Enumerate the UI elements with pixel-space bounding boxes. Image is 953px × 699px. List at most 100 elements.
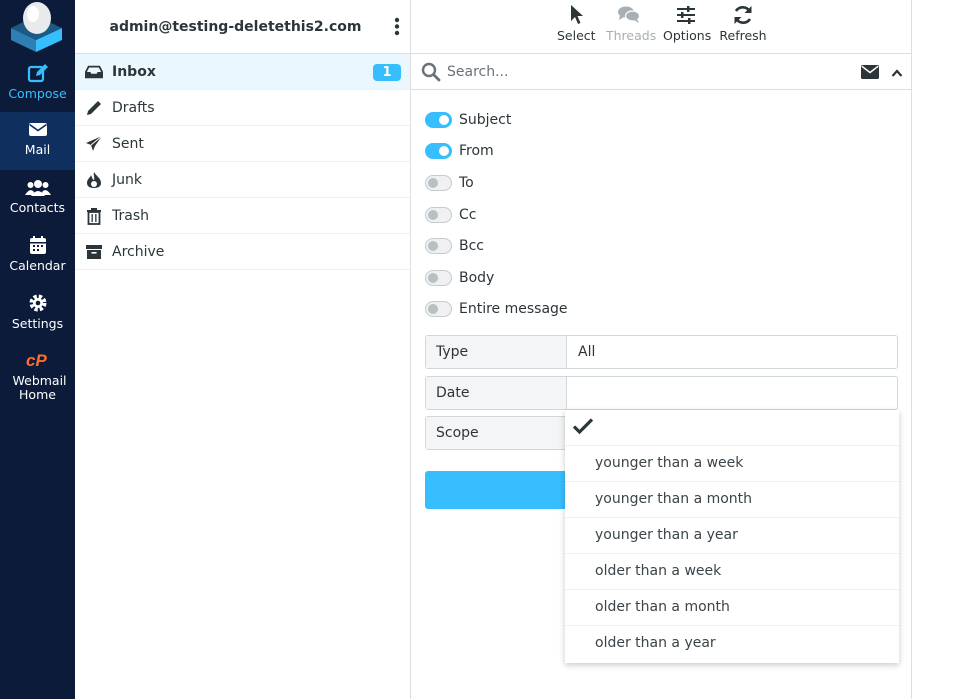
- nav-settings[interactable]: Settings: [0, 286, 75, 344]
- account-email: admin@testing-deletethis2.com: [109, 18, 362, 35]
- date-select[interactable]: [567, 377, 897, 409]
- search-bar: [411, 54, 911, 90]
- dropdown-option[interactable]: younger than a year: [565, 518, 899, 554]
- folder-label: Inbox: [112, 63, 156, 80]
- toggle-cc[interactable]: Cc: [425, 199, 899, 231]
- date-dropdown-menu: younger than a week younger than a month…: [565, 410, 899, 663]
- folder-label: Archive: [112, 243, 165, 260]
- select-label: Select: [557, 28, 596, 43]
- folder-inbox[interactable]: Inbox 1: [75, 54, 410, 90]
- search-input[interactable]: [447, 63, 827, 80]
- dropdown-option[interactable]: younger than a month: [565, 482, 899, 518]
- nav-contacts[interactable]: Contacts: [0, 170, 75, 228]
- bcc-switch[interactable]: [425, 238, 452, 255]
- scope-label: Scope: [426, 417, 567, 449]
- calendar-icon: [0, 234, 75, 258]
- search-submit-button[interactable]: [425, 471, 570, 509]
- to-switch[interactable]: [425, 174, 452, 191]
- search-options-panel: Subject From To Cc Bcc Body Entire messa…: [425, 104, 899, 325]
- type-label: Type: [426, 336, 567, 368]
- options-button[interactable]: Options: [663, 4, 712, 43]
- dropdown-option[interactable]: older than a year: [565, 626, 899, 662]
- gear-icon: [0, 292, 75, 316]
- toggle-to[interactable]: To: [425, 167, 899, 199]
- fire-icon: [85, 171, 103, 189]
- folder-label: Sent: [112, 135, 144, 152]
- toggle-label: Subject: [459, 111, 512, 128]
- pointer-icon: [557, 4, 595, 28]
- folder-label: Junk: [112, 171, 142, 188]
- threads-button[interactable]: Threads: [606, 4, 656, 43]
- folder-archive[interactable]: Archive: [75, 234, 410, 270]
- envelope-icon[interactable]: [861, 65, 879, 79]
- body-switch[interactable]: [425, 269, 452, 286]
- dropdown-option[interactable]: older than a month: [565, 590, 899, 626]
- comments-icon: [606, 4, 652, 28]
- options-label: Options: [663, 28, 712, 43]
- nav-webmail-home-label: Webmail Home: [12, 373, 67, 402]
- refresh-icon: [719, 4, 767, 28]
- envelope-icon: [0, 118, 75, 142]
- nav-calendar[interactable]: Calendar: [0, 228, 75, 286]
- dropdown-option[interactable]: older than a week: [565, 554, 899, 590]
- date-field: Date: [425, 376, 898, 410]
- folder-junk[interactable]: Junk: [75, 162, 410, 198]
- toggle-bcc[interactable]: Bcc: [425, 230, 899, 262]
- refresh-label: Refresh: [719, 28, 767, 43]
- unread-count-badge: 1: [373, 64, 401, 81]
- subject-switch[interactable]: [425, 111, 452, 128]
- toggle-label: Bcc: [459, 238, 484, 255]
- toggle-entire-message[interactable]: Entire message: [425, 294, 899, 326]
- from-switch[interactable]: [425, 143, 452, 160]
- nav-webmail-home[interactable]: cP Webmail Home: [0, 344, 75, 408]
- threads-label: Threads: [606, 28, 657, 43]
- folder-sent[interactable]: Sent: [75, 126, 410, 162]
- folder-panel-header: admin@testing-deletethis2.com: [75, 0, 410, 54]
- toggle-label: From: [459, 143, 494, 160]
- more-vertical-icon[interactable]: [392, 14, 402, 40]
- toggle-label: Body: [459, 269, 495, 286]
- archive-box-icon: [85, 243, 103, 261]
- type-field: Type All: [425, 335, 898, 369]
- dropdown-option-any[interactable]: [565, 410, 899, 446]
- nav-compose-label: Compose: [8, 86, 67, 101]
- toggle-label: Entire message: [459, 301, 568, 318]
- folder-trash[interactable]: Trash: [75, 198, 410, 234]
- nav-calendar-label: Calendar: [9, 258, 66, 273]
- nav-settings-label: Settings: [11, 316, 64, 331]
- svg-text:cP: cP: [26, 351, 47, 370]
- type-select[interactable]: All: [567, 336, 897, 368]
- chevron-up-icon[interactable]: [891, 66, 903, 77]
- search-icon[interactable]: [421, 62, 441, 82]
- dropdown-option[interactable]: younger than a week: [565, 446, 899, 482]
- pencil-icon: [85, 99, 103, 117]
- sliders-icon: [663, 4, 709, 28]
- trash-icon: [85, 207, 103, 225]
- toolbar: Select Threads Options Refresh: [411, 0, 911, 54]
- nav-mail[interactable]: Mail: [0, 112, 75, 170]
- nav-compose[interactable]: Compose: [0, 56, 75, 114]
- toggle-label: To: [459, 174, 474, 191]
- folder-label: Drafts: [112, 99, 155, 116]
- toggle-from[interactable]: From: [425, 136, 899, 168]
- folder-drafts[interactable]: Drafts: [75, 90, 410, 126]
- folder-label: Trash: [112, 207, 149, 224]
- toggle-label: Cc: [459, 206, 477, 223]
- toggle-body[interactable]: Body: [425, 262, 899, 294]
- refresh-button[interactable]: Refresh: [719, 4, 767, 43]
- date-label: Date: [426, 377, 567, 409]
- cc-switch[interactable]: [425, 206, 452, 223]
- toggle-subject[interactable]: Subject: [425, 104, 899, 136]
- nav-contacts-label: Contacts: [9, 200, 66, 215]
- users-icon: [0, 176, 75, 200]
- entire-message-switch[interactable]: [425, 301, 452, 318]
- cpanel-logo-icon: cP: [0, 350, 75, 374]
- select-button[interactable]: Select: [557, 4, 596, 43]
- folder-panel: admin@testing-deletethis2.com Inbox 1 Dr…: [75, 0, 411, 699]
- checkmark-icon: [572, 417, 594, 439]
- roundcube-logo[interactable]: [0, 0, 75, 56]
- inbox-icon: [85, 63, 103, 81]
- main-navigation: Compose Mail Contacts Calendar Settings …: [0, 0, 75, 699]
- nav-mail-label: Mail: [24, 142, 51, 157]
- paper-plane-icon: [85, 135, 103, 153]
